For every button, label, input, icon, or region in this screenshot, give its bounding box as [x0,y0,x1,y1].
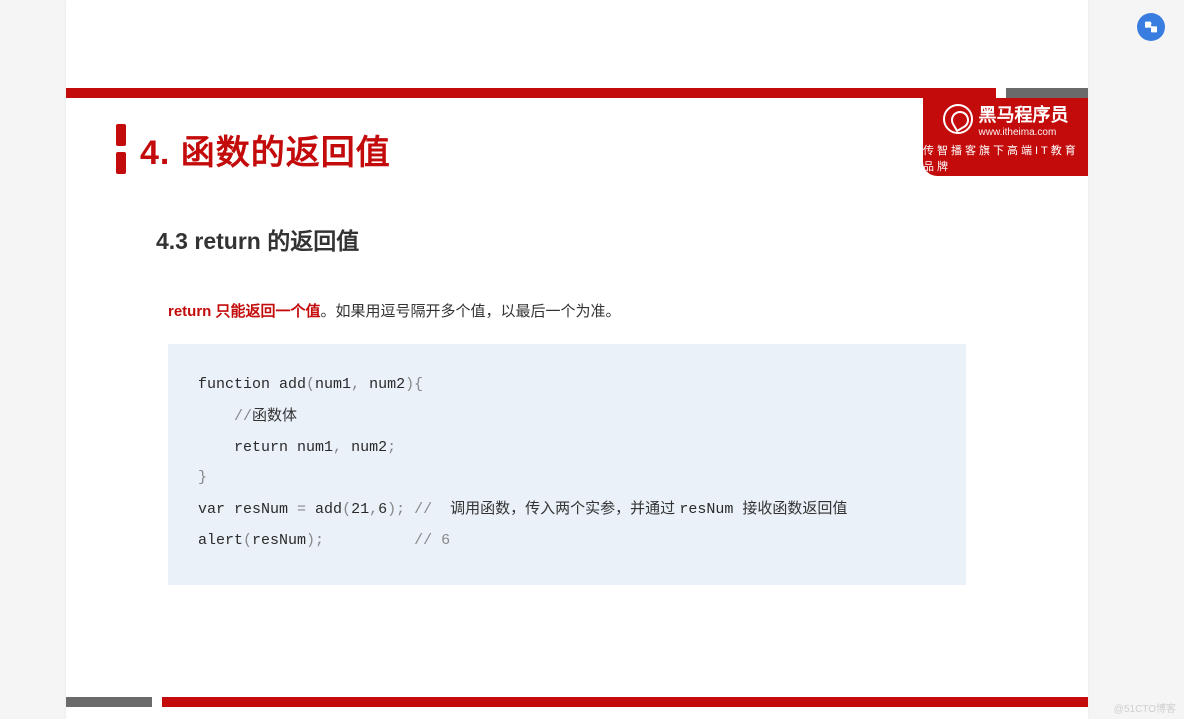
code-token: var resNum [198,501,297,518]
code-token: ( [342,501,351,518]
code-token: ( [306,376,315,393]
note-emphasis: return 只能返回一个值 [168,303,321,320]
code-block: function add(num1, num2){ //函数体 return n… [168,344,966,585]
page-title: 4. 函数的返回值 [140,125,391,174]
svg-text:文: 文 [1146,21,1151,28]
watermark: @51CTO博客 [1114,700,1176,715]
footer-bar-dark [66,697,152,707]
title-decoration-icon [116,124,126,174]
code-token: 函数体 [252,407,297,424]
header-bar-red [66,88,996,98]
code-token: // 6 [324,532,450,549]
code-token: ); [387,501,414,518]
code-token: ; [387,439,396,456]
footer-bar-red [162,697,1088,707]
code-token: resNum [252,532,306,549]
code-token: ){ [405,376,423,393]
footer-bar [66,697,1088,707]
brand-name: 黑马程序员 [979,101,1069,127]
code-token: num2 [351,439,387,456]
page-title-row: 4. 函数的返回值 [116,124,391,174]
brand-url: www.itheima.com [979,127,1069,138]
note-rest: 。如果用逗号隔开多个值，以最后一个为准。 [321,303,621,320]
code-token: function [198,376,270,393]
code-token: add [315,501,342,518]
page-subtitle: 4.3 return 的返回值 [156,222,359,256]
brand-slogan: 传智播客旗下高端IT教育品牌 [923,142,1088,174]
code-token: ( [243,532,252,549]
brand-box: 黑马程序员 www.itheima.com 传智播客旗下高端IT教育品牌 [923,98,1088,176]
code-token: num2 [369,376,405,393]
code-token: , [369,501,378,518]
code-token: = [297,501,315,518]
code-token: 6 [378,501,387,518]
header-bar [66,88,1088,98]
code-token: return num1 [198,439,333,456]
code-token: num1 [315,376,351,393]
code-token: alert [198,532,243,549]
translate-badge-icon[interactable]: 文 A [1137,13,1165,41]
code-token: // [414,501,450,518]
note-paragraph: return 只能返回一个值。如果用逗号隔开多个值，以最后一个为准。 [168,300,621,321]
code-token: } [198,469,207,486]
slide-page: 4. 函数的返回值 黑马程序员 www.itheima.com 传智播客旗下高端… [66,0,1088,719]
code-token: 21 [351,501,369,518]
code-token: , [351,376,369,393]
code-token: 调用函数，传入两个实参，并通过 [450,500,679,517]
code-token: // [198,408,252,425]
code-token: add [270,376,306,393]
brand-row: 黑马程序员 www.itheima.com [943,101,1069,138]
brand-logo-icon [943,104,973,134]
code-token: 接收函数返回值 [742,500,847,517]
code-token: , [333,439,351,456]
header-bar-dark [1006,88,1088,98]
code-token: resNum [679,501,742,518]
code-token: ); [306,532,324,549]
